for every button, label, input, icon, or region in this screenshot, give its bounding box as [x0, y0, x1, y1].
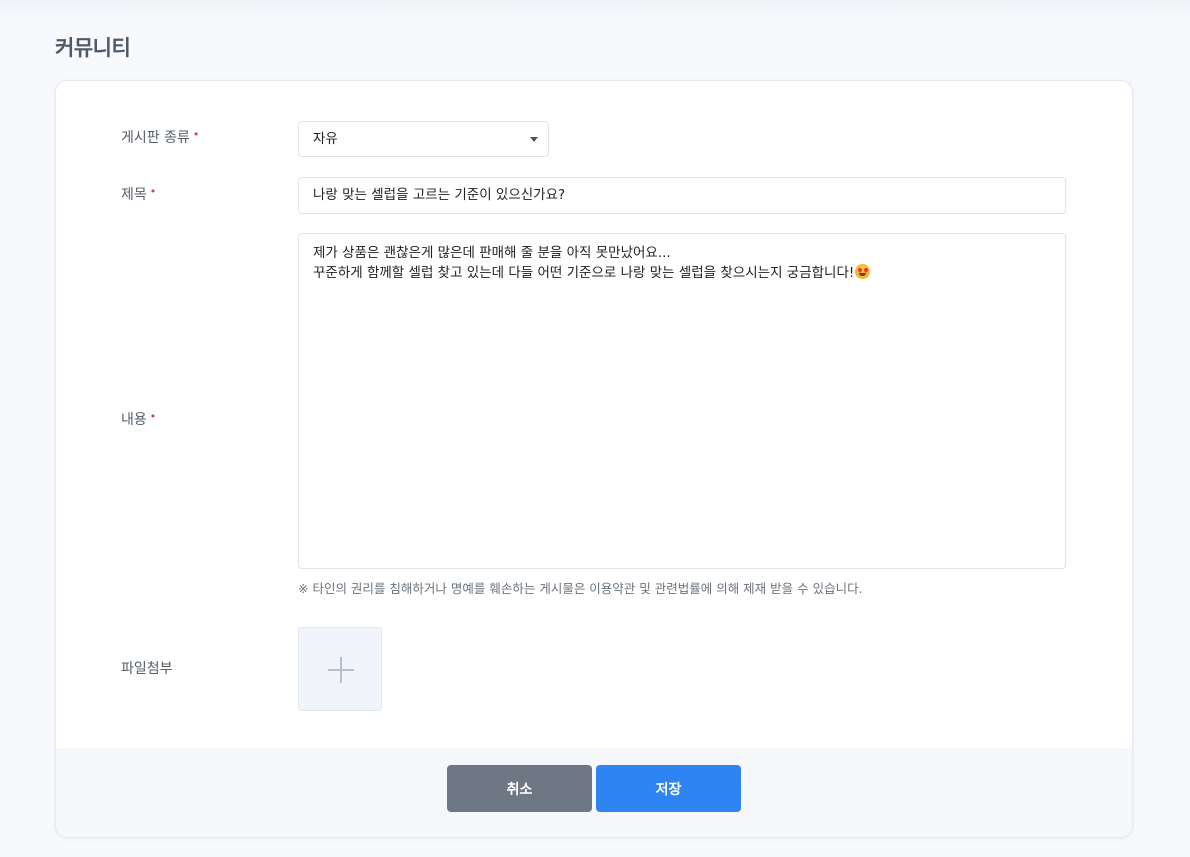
board-type-label-text: 게시판 종류: [121, 130, 190, 146]
content-line-text: 꾸준하게 함께할 셀럽 찾고 있는데 다들 어떤 기준으로 나랑 맞는 셀럽을 …: [313, 265, 855, 281]
board-type-select[interactable]: 자유: [298, 121, 549, 157]
required-mark: •: [149, 410, 157, 423]
page-title: 커뮤니티: [55, 36, 131, 60]
caret-down-icon: [530, 137, 538, 142]
form-footer: 취소 저장: [56, 748, 1132, 837]
required-mark: •: [149, 185, 157, 198]
content-notice: ※ 타인의 권리를 침해하거나 명예를 훼손하는 게시물은 이용약관 및 관련법…: [298, 581, 863, 596]
content-label-text: 내용: [121, 412, 147, 428]
save-button[interactable]: 저장: [596, 765, 741, 812]
content-line: 꾸준하게 함께할 셀럽 찾고 있는데 다들 어떤 기준으로 나랑 맞는 셀럽을 …: [313, 263, 1051, 283]
title-label-text: 제목: [121, 187, 147, 203]
board-type-label: 게시판 종류 •: [121, 128, 200, 147]
content-textarea[interactable]: 제가 상품은 괜찮은게 많은데 판매해 줄 분을 아직 못만났어요... 꾸준하…: [298, 233, 1066, 569]
title-input[interactable]: 나랑 맞는 셀럽을 고르는 기준이 있으신가요?: [298, 177, 1066, 214]
attachment-label: 파일첨부: [121, 661, 173, 677]
top-shadow: [0, 0, 1190, 18]
star-struck-emoji-icon: [855, 264, 871, 279]
content-label: 내용 •: [121, 410, 157, 429]
required-mark: •: [192, 128, 200, 141]
board-type-selected-value: 자유: [313, 131, 338, 147]
title-label: 제목 •: [121, 185, 157, 204]
content-line: 제가 상품은 괜찮은게 많은데 판매해 줄 분을 아직 못만났어요...: [313, 245, 671, 261]
cancel-button[interactable]: 취소: [447, 765, 592, 812]
post-form-card: 게시판 종류 • 자유 제목 • 나랑 맞는 셀럽을 고르는 기준이 있으신가요? …: [55, 80, 1133, 838]
plus-icon: [328, 657, 354, 683]
file-upload-button[interactable]: [298, 627, 382, 711]
